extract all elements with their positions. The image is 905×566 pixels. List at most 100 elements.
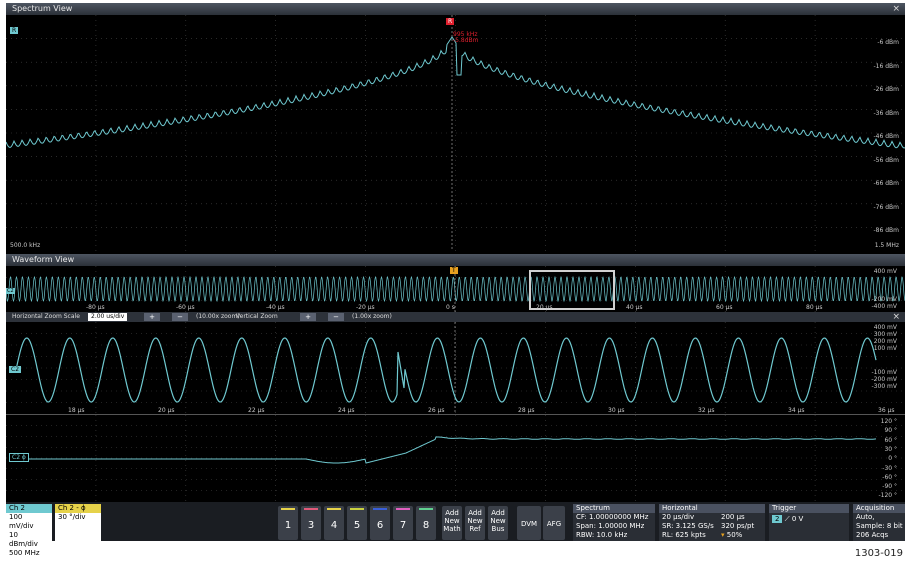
trigger-settings-title: Trigger — [769, 504, 849, 513]
phase-y-label: 30 ° — [884, 445, 897, 453]
spectrum-settings-badge[interactable]: Spectrum CF: 1.00000000 MHz Span: 1.0000… — [573, 504, 655, 541]
zoomed-x-label: 30 µs — [608, 407, 625, 414]
channel-3-button[interactable]: 3 — [301, 506, 321, 540]
phase-plot[interactable]: C2 ϕ 120 ° 90 ° 60 ° 30 ° 0 ° -30 ° -60 ° -90 °… — [6, 415, 905, 501]
overview-x-label: 40 µs — [626, 304, 643, 311]
channel-6-button[interactable]: 6 — [370, 506, 390, 540]
phase-trace — [16, 436, 877, 464]
channel-button-label: 4 — [330, 520, 338, 531]
overview-x-label: 0 s — [446, 304, 455, 311]
overview-x-label: 60 µs — [716, 304, 733, 311]
spectrum-svg — [6, 15, 905, 251]
trigger-position-marker[interactable]: T — [450, 267, 458, 274]
overview-y-label: -200 mV — [871, 296, 897, 303]
ch2-settings-title: Ch 2 — [6, 504, 52, 513]
ch2-settings-badge[interactable]: Ch 2 100 mV/div 10 dBm/div 500 MHz — [6, 504, 52, 557]
spectrum-plot[interactable]: R 995 kHz -5.8dBm R -6 dBm -16 dBm -26 dBm… — [6, 15, 905, 251]
vertical-zoom-in-button[interactable]: + — [300, 313, 316, 321]
spectrum-view-title: Spectrum View — [12, 4, 73, 13]
sample-rate: SR: 3.125 GS/s — [662, 522, 714, 530]
channel-color-bar — [281, 508, 295, 510]
phase-y-label: -60 ° — [882, 473, 897, 481]
zoomed-x-label: 18 µs — [68, 407, 85, 414]
add-bus-line: Add — [491, 509, 505, 517]
waveform-overview[interactable]: C2 T -80 µs -60 µs -40 µs -20 µs 0 s 20 µs 40 … — [6, 266, 905, 312]
zoomed-x-label: 22 µs — [248, 407, 265, 414]
trigger-source-badge: 2 — [772, 515, 783, 523]
reference-badge[interactable]: R — [10, 27, 19, 34]
zoomed-waveform-plot[interactable]: C2 400 mV 300 mV 200 mV 100 mV -100 mV -200 m… — [6, 322, 905, 415]
zoomed-x-label: 34 µs — [788, 407, 805, 414]
channel-color-bar — [419, 508, 433, 510]
trigger-level: 0 V — [791, 515, 804, 523]
horizontal-zoom-factor: (10.00x zoom) — [196, 313, 240, 320]
spectrum-y-label: -76 dBm — [873, 203, 899, 211]
ch2-spectrum-scale: 10 dBm/div — [9, 531, 38, 548]
trigger-position: ▾ 50% — [721, 531, 742, 540]
phase-y-label: 90 ° — [884, 427, 897, 435]
ch2-bandwidth: 500 MHz — [9, 549, 40, 557]
horizontal-settings-badge[interactable]: Horizontal 20 µs/div 200 µs SR: 3.125 GS/… — [659, 504, 765, 541]
zoomed-y-label: 100 mV — [873, 345, 897, 352]
overview-y-label: -400 mV — [871, 303, 897, 310]
zoomed-y-label: 400 mV — [873, 324, 897, 331]
channel-1-button[interactable]: 1 — [278, 506, 298, 540]
record-duration: 200 µs — [721, 513, 745, 521]
zoomed-x-label: 26 µs — [428, 407, 445, 414]
ch2-phase-badge[interactable]: C2 ϕ — [9, 453, 29, 462]
close-icon[interactable]: × — [892, 312, 900, 322]
zoomed-y-label: -200 mV — [871, 376, 897, 383]
dvm-button[interactable]: DVM — [517, 506, 541, 540]
start-frequency-label: 500.0 kHz — [10, 242, 41, 249]
acquisition-settings-title: Acquisition — [853, 504, 905, 513]
add-new-bus-button[interactable]: Add New Bus — [488, 506, 508, 540]
trigger-settings-badge[interactable]: Trigger 2 ⟋ 0 V — [769, 504, 849, 541]
trigger-position-value: 50% — [726, 531, 743, 539]
overview-ch2-badge[interactable]: C2 — [6, 288, 15, 294]
spectrum-y-label: -66 dBm — [873, 180, 899, 187]
stop-frequency-label: 1.5 MHz — [874, 242, 899, 249]
channel-8-button[interactable]: 8 — [416, 506, 436, 540]
add-new-ref-button[interactable]: Add New Ref — [465, 506, 485, 540]
horizontal-zoom-scale-input[interactable]: 2.00 us/div — [88, 313, 128, 321]
time-per-div: 20 µs/div — [662, 513, 695, 521]
channel-color-bar — [350, 508, 364, 510]
zoomed-x-label: 28 µs — [518, 407, 535, 414]
zoom-control-bar: Horizontal Zoom Scale 2.00 us/div + − (1… — [6, 312, 905, 322]
close-icon[interactable]: × — [892, 3, 900, 15]
overview-y-label: 400 mV — [873, 268, 897, 275]
spectrum-y-label: -16 dBm — [873, 62, 899, 70]
center-frequency: CF: 1.00000000 MHz — [576, 513, 649, 521]
waveform-view-titlebar[interactable]: Waveform View — [6, 254, 905, 266]
spectrum-view-titlebar[interactable]: Spectrum View × — [6, 3, 905, 15]
zoomed-x-label: 36 µs — [878, 407, 895, 414]
zoomed-x-label: 32 µs — [698, 407, 715, 414]
acquisition-count: 206 Acqs — [856, 531, 889, 539]
ch2-phase-settings-title: Ch 2 - ϕ — [55, 504, 101, 513]
marker-flag[interactable]: R — [446, 18, 455, 25]
ch2-phase-settings-badge[interactable]: Ch 2 - ϕ 30 °/div — [55, 504, 101, 541]
add-math-line: Add — [445, 509, 459, 517]
vertical-zoom-factor: (1.00x zoom) — [352, 313, 392, 320]
vertical-zoom-out-button[interactable]: − — [328, 313, 344, 321]
afg-button[interactable]: AFG — [543, 506, 565, 540]
acquisition-settings-badge[interactable]: Acquisition Auto, Sample: 8 bit 206 Acqs — [853, 504, 905, 541]
overview-x-label: -60 µs — [176, 304, 195, 311]
add-ref-line: Ref — [469, 525, 481, 533]
ch2-level-badge[interactable]: C2 — [9, 366, 22, 373]
channel-5-button[interactable]: 5 — [347, 506, 367, 540]
channel-4-button[interactable]: 4 — [324, 506, 344, 540]
add-math-line: Math — [443, 525, 461, 533]
channel-color-bar — [373, 508, 387, 510]
horizontal-zoom-in-button[interactable]: + — [144, 313, 160, 321]
rbw: RBW: 10.0 kHz — [576, 531, 628, 539]
span: Span: 1.00000 MHz — [576, 522, 645, 530]
horizontal-zoom-out-button[interactable]: − — [172, 313, 188, 321]
zoomed-x-label: 24 µs — [338, 407, 355, 414]
phase-svg — [6, 415, 905, 501]
add-bus-line: Bus — [491, 525, 505, 533]
spectrum-settings-title: Spectrum — [573, 504, 655, 513]
channel-7-button[interactable]: 7 — [393, 506, 413, 540]
oscilloscope-screen: Spectrum View × R 995 kHz -5.8dBm R -6 d… — [6, 3, 905, 557]
add-new-math-button[interactable]: Add New Math — [442, 506, 462, 540]
